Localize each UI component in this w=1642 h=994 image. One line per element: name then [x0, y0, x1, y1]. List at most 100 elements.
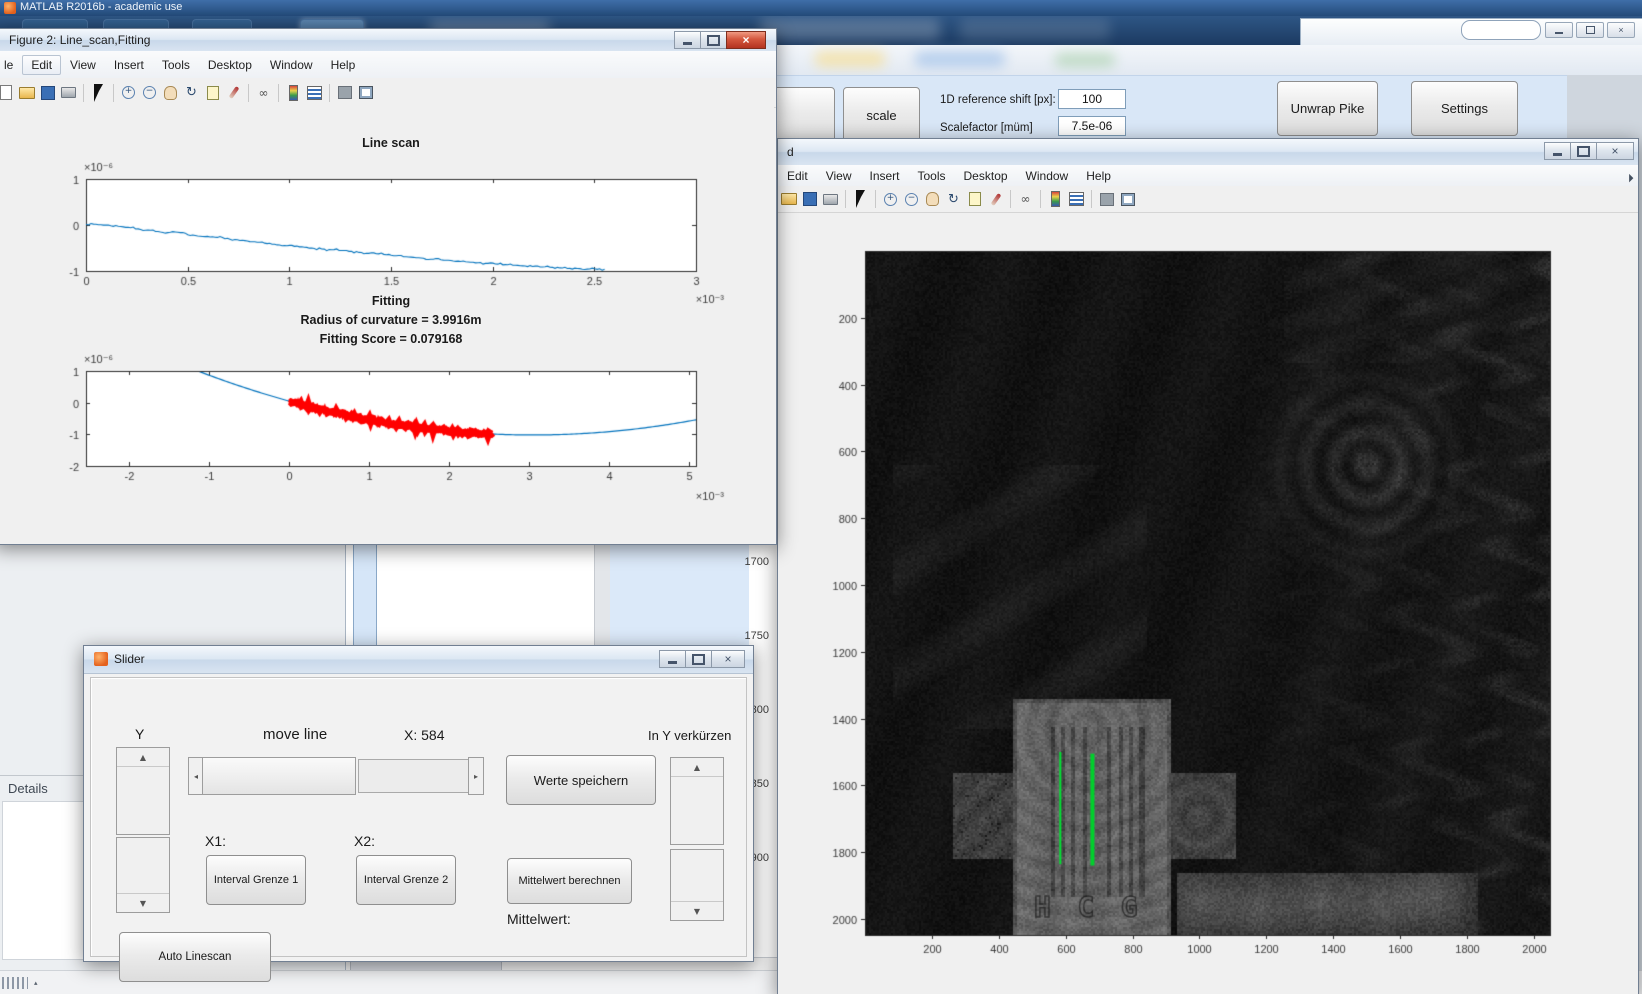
minimize-button[interactable]: [659, 650, 685, 668]
zoom-in-icon[interactable]: +: [882, 191, 899, 208]
background-maximize-button[interactable]: [1576, 22, 1604, 38]
y-scrollbar-upper[interactable]: ▲: [116, 747, 170, 835]
slider-titlebar[interactable]: Slider ×: [84, 646, 753, 674]
menu-item-help[interactable]: Help: [322, 55, 365, 75]
zoom-out-icon[interactable]: −: [903, 191, 920, 208]
partial-hidden-button[interactable]: [775, 87, 835, 143]
menu-item-view[interactable]: View: [61, 55, 105, 75]
slider-right-arrow[interactable]: ▸: [468, 757, 484, 795]
link-plots-icon[interactable]: ∞: [1017, 191, 1034, 208]
menu-item-le[interactable]: le: [0, 55, 22, 75]
open-folder-icon[interactable]: [18, 84, 35, 101]
print-icon[interactable]: [822, 191, 839, 208]
save-icon[interactable]: [39, 84, 56, 101]
close-button[interactable]: ×: [1596, 142, 1634, 160]
background-minimize-button[interactable]: [1545, 22, 1573, 38]
scroll-up-icon[interactable]: ▲: [117, 748, 169, 767]
print-icon[interactable]: [60, 84, 77, 101]
slider-window: Slider × Y ▲ ▼ move line X: 584 In Y ver…: [83, 645, 754, 962]
auto-linescan-button[interactable]: Auto Linescan: [119, 932, 271, 982]
insert-colorbar-icon[interactable]: [1047, 191, 1064, 208]
insert-legend-icon[interactable]: [306, 84, 323, 101]
minimize-button[interactable]: [674, 31, 700, 49]
save-icon[interactable]: [801, 191, 818, 208]
menu-item-window[interactable]: Window: [1017, 166, 1078, 186]
pan-hand-icon[interactable]: [924, 191, 941, 208]
toolstrip-blur-decor: [1055, 53, 1115, 67]
figure2-window: Figure 2: Line_scan,Fitting × leEditView…: [0, 28, 777, 545]
hide-plot-tools-icon[interactable]: [336, 84, 353, 101]
pan-hand-icon[interactable]: [162, 84, 179, 101]
unwrap-pike-button[interactable]: Unwrap Pike: [1277, 81, 1378, 136]
menu-item-desktop[interactable]: Desktop: [199, 55, 261, 75]
in-y-scrollbar-lower[interactable]: ▼: [670, 849, 724, 921]
menu-item-window[interactable]: Window: [261, 55, 322, 75]
menu-item-desktop[interactable]: Desktop: [955, 166, 1017, 186]
figure-right-title: d: [787, 145, 794, 159]
hide-plot-tools-icon[interactable]: [1098, 191, 1115, 208]
ref-shift-input[interactable]: [1058, 89, 1126, 109]
toolbar-separator: [1040, 190, 1041, 208]
in-y-scrollbar-upper[interactable]: ▲: [670, 757, 724, 845]
close-button[interactable]: ×: [726, 31, 766, 49]
statusbar-arrow-icon[interactable]: ▴: [34, 979, 38, 987]
scroll-up-icon[interactable]: ▲: [671, 758, 723, 777]
y-scrollbar-lower[interactable]: ▼: [116, 837, 170, 913]
menu-item-insert[interactable]: Insert: [860, 166, 908, 186]
brush-icon[interactable]: [987, 191, 1004, 208]
background-close-button[interactable]: ×: [1607, 22, 1635, 38]
minimize-button[interactable]: [1544, 142, 1570, 160]
maximize-button[interactable]: [685, 650, 711, 668]
interval-grenze2-button[interactable]: Interval Grenze 2: [356, 855, 456, 905]
scale-button[interactable]: scale: [843, 87, 920, 143]
interval-grenze1-button[interactable]: Interval Grenze 1: [206, 855, 306, 905]
menu-item-tools[interactable]: Tools: [153, 55, 199, 75]
line-scan-plot[interactable]: [41, 151, 731, 311]
rotate-3d-icon[interactable]: ↻: [183, 84, 200, 101]
settings-button[interactable]: Settings: [1411, 81, 1518, 136]
cursor-icon[interactable]: [852, 191, 869, 208]
toolstrip-blur-decor: [815, 51, 885, 67]
phase-image-plot[interactable]: [783, 213, 1633, 993]
menu-item-insert[interactable]: Insert: [105, 55, 153, 75]
mittelwert-berechnen-button[interactable]: Mittelwert berechnen: [507, 858, 632, 904]
data-cursor-icon[interactable]: [204, 84, 221, 101]
maximize-button[interactable]: [700, 31, 726, 49]
scalefactor-input[interactable]: [1058, 116, 1126, 136]
maximize-button[interactable]: [1570, 142, 1596, 160]
brush-icon[interactable]: [225, 84, 242, 101]
menu-item-edit[interactable]: Edit: [778, 166, 817, 186]
zoom-out-icon[interactable]: −: [141, 84, 158, 101]
figure2-title: Figure 2: Line_scan,Fitting: [9, 33, 150, 47]
menu-item-help[interactable]: Help: [1077, 166, 1120, 186]
werte-speichern-button[interactable]: Werte speichern: [506, 755, 656, 805]
scroll-down-icon[interactable]: ▼: [117, 893, 169, 912]
details-panel-header[interactable]: Details: [8, 781, 48, 796]
slider-thumb[interactable]: [202, 757, 356, 795]
statusbar-grip-icon[interactable]: [2, 977, 28, 989]
zoom-in-icon[interactable]: +: [120, 84, 137, 101]
menu-item-tools[interactable]: Tools: [909, 166, 955, 186]
figure-right-toolbar: +− ↻ ∞: [778, 186, 1638, 213]
new-file-icon[interactable]: [0, 84, 14, 101]
cursor-icon[interactable]: [90, 84, 107, 101]
figure-right-titlebar[interactable]: d ×: [778, 139, 1638, 166]
close-button[interactable]: ×: [711, 650, 745, 668]
hidden-figure-axis-label: 1750: [709, 630, 769, 642]
slider-track[interactable]: [358, 759, 470, 793]
menu-item-view[interactable]: View: [817, 166, 861, 186]
figure2-titlebar[interactable]: Figure 2: Line_scan,Fitting ×: [0, 29, 776, 52]
show-plot-tools-icon[interactable]: [1119, 191, 1136, 208]
rotate-3d-icon[interactable]: ↻: [945, 191, 962, 208]
data-cursor-icon[interactable]: [966, 191, 983, 208]
insert-legend-icon[interactable]: [1068, 191, 1085, 208]
x2-label: X2:: [354, 833, 375, 849]
show-plot-tools-icon[interactable]: [357, 84, 374, 101]
link-plots-icon[interactable]: ∞: [255, 84, 272, 101]
insert-colorbar-icon[interactable]: [285, 84, 302, 101]
scroll-down-icon[interactable]: ▼: [671, 901, 723, 920]
search-input[interactable]: [1461, 20, 1541, 40]
fitting-plot[interactable]: [41, 346, 731, 514]
menu-item-edit[interactable]: Edit: [22, 55, 61, 75]
open-folder-icon[interactable]: [780, 191, 797, 208]
